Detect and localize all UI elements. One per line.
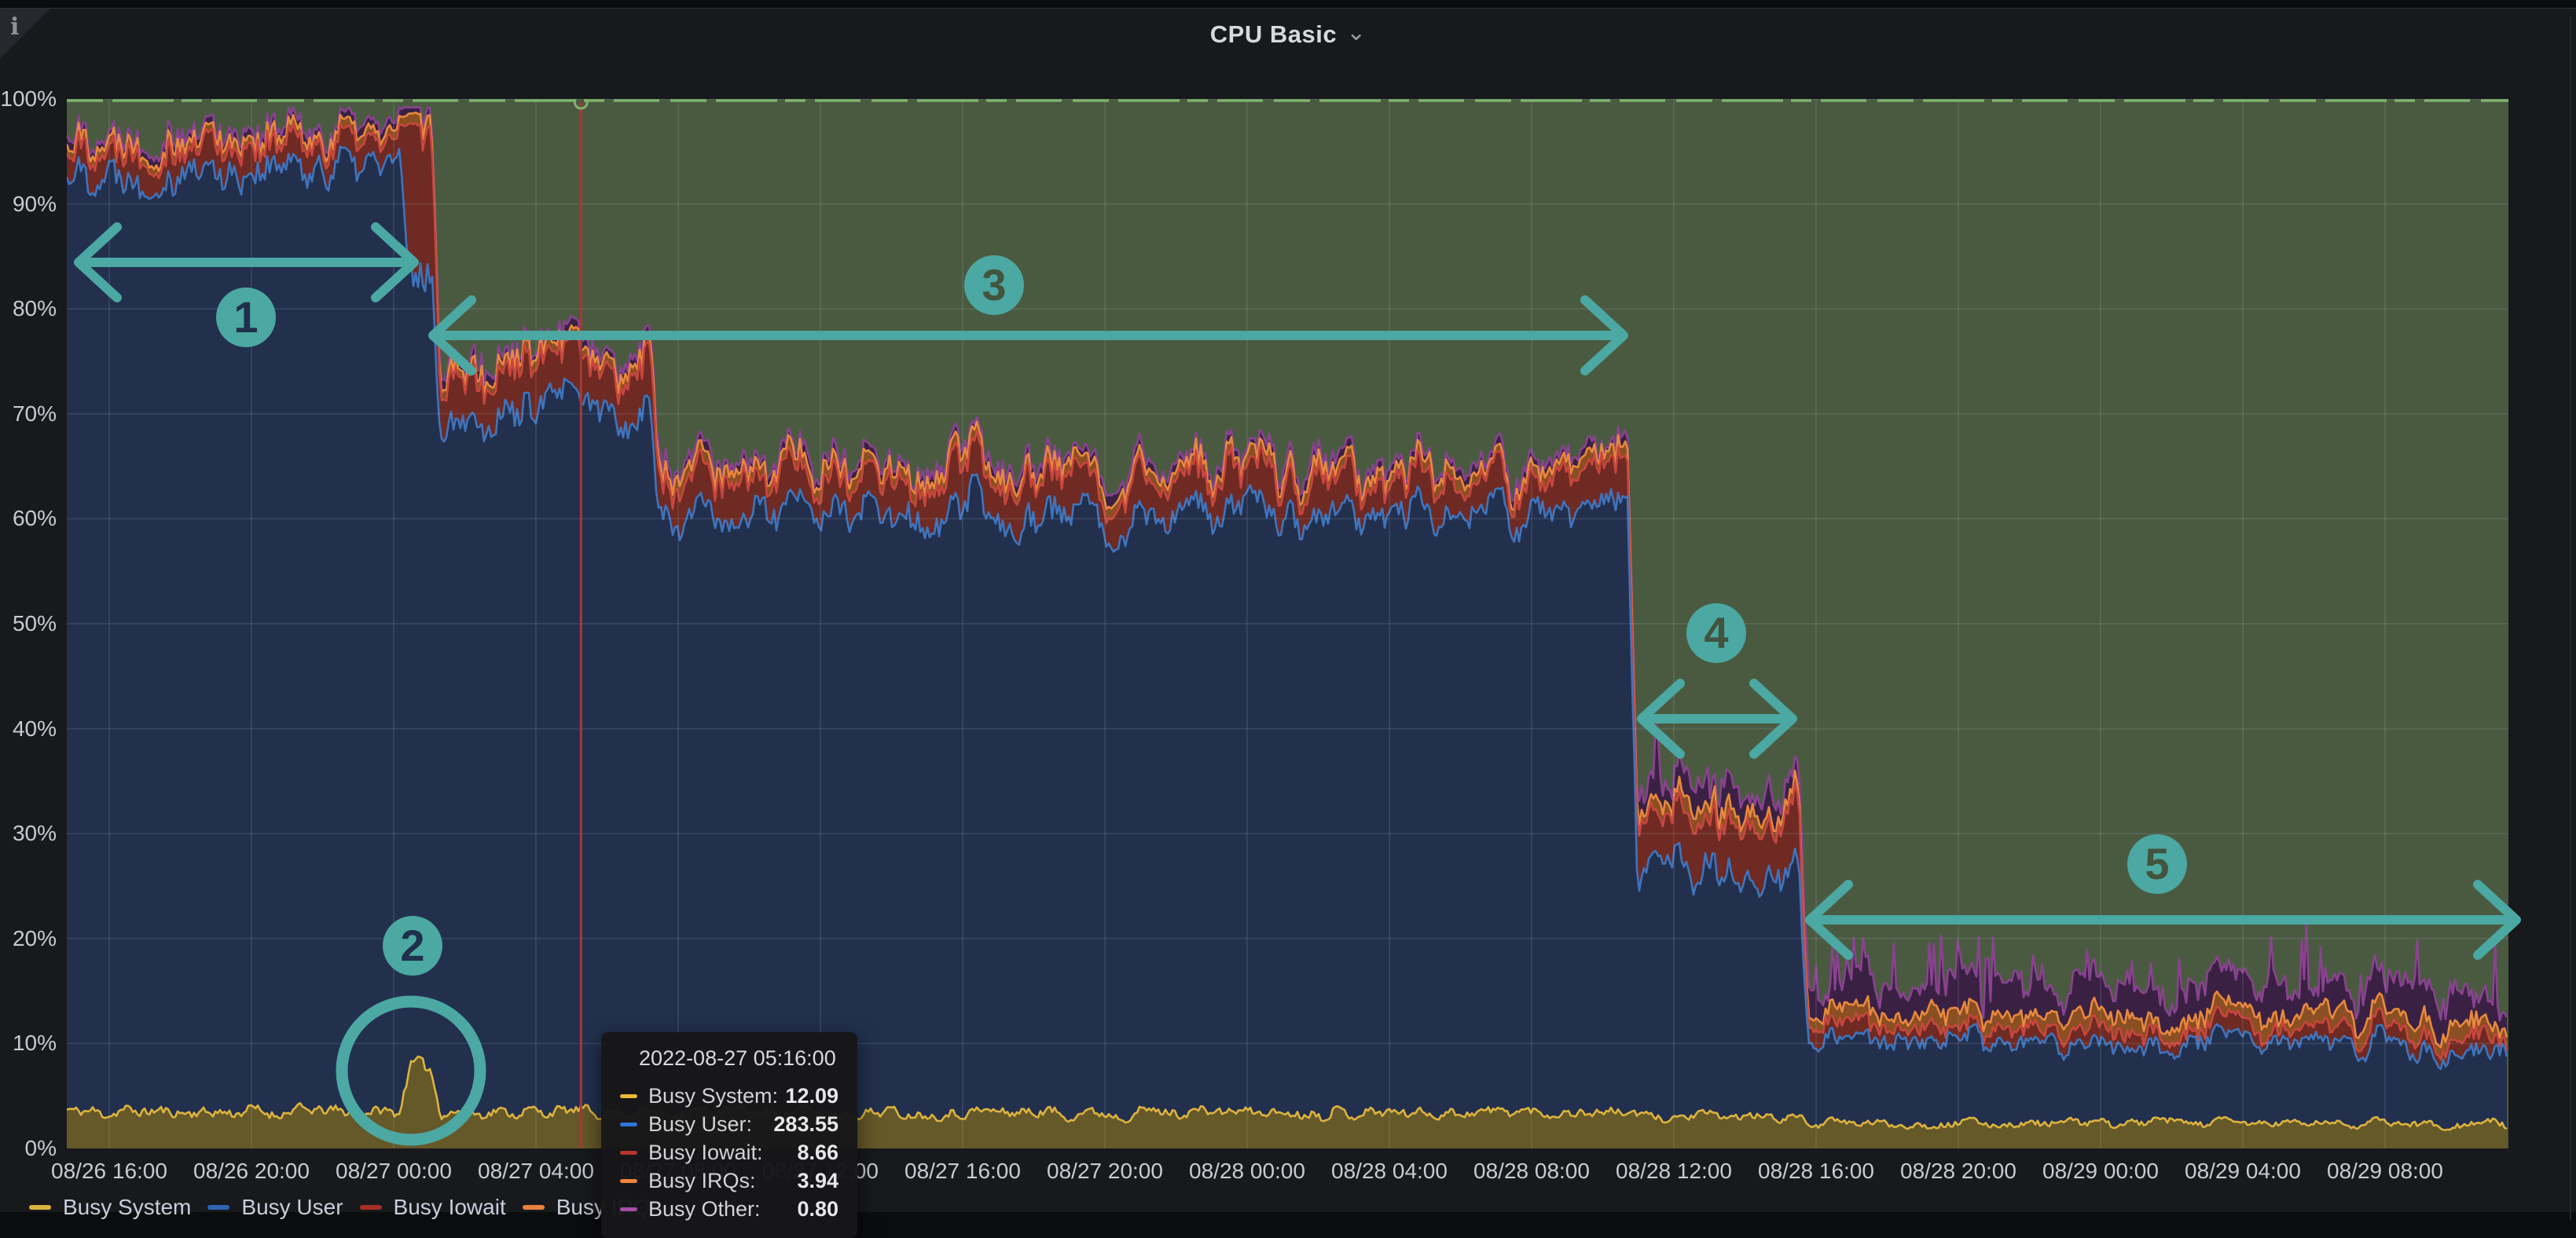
y-axis-label: 0% [0, 1136, 57, 1161]
y-axis-label: 20% [0, 926, 57, 951]
y-axis-label: 80% [0, 296, 57, 321]
tooltip-series-value: 3.94 [797, 1169, 838, 1193]
legend-swatch [207, 1205, 229, 1210]
y-axis-label: 30% [0, 821, 57, 846]
x-axis-label: 08/29 08:00 [2299, 1159, 2471, 1184]
cpu-usage-chart[interactable] [67, 99, 2508, 1148]
legend-swatch [29, 1205, 51, 1210]
tooltip-row: Busy IRQs:3.94 [620, 1167, 838, 1195]
series-color-dash [620, 1207, 637, 1211]
series-color-dash [620, 1123, 637, 1126]
y-axis-label: 70% [0, 401, 57, 427]
panel-header[interactable]: CPU Basic ⌄ [0, 9, 2576, 60]
tooltip-series-value: 12.09 [785, 1084, 838, 1108]
y-axis-label: 40% [0, 716, 57, 742]
legend-item-busy-iowait[interactable]: Busy Iowait [360, 1195, 506, 1220]
tooltip-rows: Busy System:12.09Busy User:283.55Busy Io… [620, 1082, 838, 1223]
tooltip-row: Busy User:283.55 [620, 1110, 838, 1138]
legend-label: Busy System [63, 1195, 191, 1220]
legend-label: Busy Iowait [394, 1195, 506, 1220]
chart-tooltip: 2022-08-27 05:16:00 Busy System:12.09Bus… [601, 1032, 857, 1238]
tooltip-series-label: Busy IRQs: [648, 1169, 797, 1193]
y-axis-label: 50% [0, 611, 57, 636]
legend-swatch [523, 1205, 545, 1210]
panel-title: CPU Basic [1210, 20, 1337, 49]
legend-label: Busy User [241, 1195, 343, 1220]
tooltip-series-label: Busy Iowait: [648, 1141, 797, 1165]
tooltip-row: Busy System:12.09 [620, 1082, 838, 1110]
y-axis-label: 10% [0, 1031, 57, 1056]
tooltip-row: Busy Iowait:8.66 [620, 1138, 838, 1167]
series-color-dash [620, 1094, 637, 1098]
legend: Busy SystemBusy UserBusy IowaitBusy IRQs [29, 1195, 662, 1220]
cpu-basic-panel: i CPU Basic ⌄ 100%90%80%70%60%50%40%30%2… [0, 8, 2576, 1212]
tooltip-series-value: 8.66 [797, 1141, 838, 1165]
series-color-dash [620, 1151, 637, 1155]
y-axis-label: 100% [0, 86, 57, 112]
chevron-down-icon: ⌄ [1346, 19, 1366, 46]
series-color-dash [620, 1179, 637, 1183]
tooltip-series-value: 283.55 [773, 1112, 838, 1137]
tooltip-row: Busy Other:0.80 [620, 1195, 838, 1223]
legend-item-busy-system[interactable]: Busy System [29, 1195, 191, 1220]
tooltip-series-value: 0.80 [797, 1197, 838, 1222]
legend-swatch [360, 1205, 382, 1210]
tooltip-timestamp: 2022-08-27 05:16:00 [620, 1046, 838, 1071]
y-axis-label: 60% [0, 506, 57, 531]
tooltip-series-label: Busy System: [648, 1084, 785, 1108]
tooltip-series-label: Busy User: [648, 1112, 773, 1137]
y-axis-label: 90% [0, 192, 57, 217]
panel-right-divider [2570, 16, 2571, 1220]
legend-item-busy-user[interactable]: Busy User [207, 1195, 343, 1220]
tooltip-series-label: Busy Other: [648, 1197, 797, 1222]
